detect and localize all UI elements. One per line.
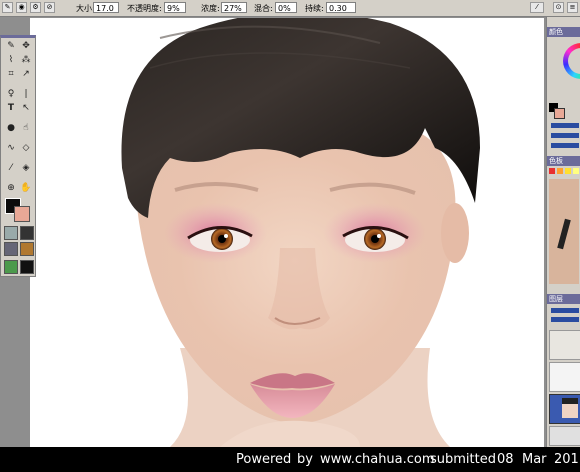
brush-tip-icon[interactable]: ⁄: [530, 2, 544, 13]
fullscreen-icon[interactable]: [20, 260, 34, 274]
caption-site: www.chahua.com: [320, 452, 435, 467]
caption-powered: Powered: [236, 452, 292, 467]
swatch-orange[interactable]: [557, 168, 563, 174]
size-field[interactable]: 17.0: [93, 2, 119, 13]
line-icon[interactable]: |: [19, 88, 33, 100]
quickmask-icon[interactable]: [4, 226, 18, 240]
persist-label: 持续:: [305, 4, 324, 13]
hand-icon[interactable]: ✋: [19, 182, 33, 194]
color-panel-header[interactable]: 颜色: [547, 27, 580, 37]
tablet-pressure-icon[interactable]: ⊘: [44, 2, 55, 13]
layer-blend-slider[interactable]: [551, 317, 579, 322]
swatches-panel-header[interactable]: 色板: [547, 156, 580, 166]
zoom-icon[interactable]: ⊕: [4, 182, 18, 194]
tool-options-bar: ✎ ◉ ⚙ ⊘ 大小: 17.0 不透明度: 9% 浓度: 27% 混合: 0%…: [0, 0, 580, 17]
view-mode-icon[interactable]: [4, 260, 18, 274]
blur-icon[interactable]: ∿: [4, 142, 18, 154]
caption-day: 08: [497, 452, 514, 467]
layer-row-mid[interactable]: [549, 362, 580, 392]
brush-icon[interactable]: ✎: [4, 40, 18, 52]
airbrush-toggle-icon[interactable]: ◉: [16, 2, 27, 13]
persist-field[interactable]: 0.30: [326, 2, 356, 13]
toolbox-panel: ✎ ✥ ⌇ ⁂ ⌗ ↗ ♀ | T ↖ ● ☝ ∿ ◇ ⁄ ◈ ⊕ ✋: [0, 35, 36, 277]
tool-mode-icon[interactable]: ⚙: [30, 2, 41, 13]
swatch-lightyellow[interactable]: [573, 168, 579, 174]
navigator-preview[interactable]: [549, 179, 579, 284]
swatch-red[interactable]: [549, 168, 555, 174]
menu-icon[interactable]: ≡: [567, 2, 578, 13]
panel-bg-swatch[interactable]: [554, 108, 565, 119]
pen-icon[interactable]: ♀: [4, 88, 18, 100]
watermark-caption: Powered by www.chahua.com submitted 08 M…: [0, 447, 580, 472]
text-icon[interactable]: T: [4, 102, 18, 114]
color-slider-g[interactable]: [551, 133, 579, 138]
move-icon[interactable]: ✥: [19, 40, 33, 52]
swatch-yellow[interactable]: [565, 168, 571, 174]
blend-label: 混合:: [254, 4, 273, 13]
opacity-label: 不透明度:: [127, 4, 162, 13]
blend-field[interactable]: 0%: [275, 2, 297, 13]
density-field[interactable]: 27%: [221, 2, 247, 13]
caption-month: Mar: [522, 452, 547, 467]
layer-row-selected[interactable]: [549, 394, 580, 424]
dodge-icon[interactable]: ●: [4, 122, 18, 134]
right-palettes: 颜色 色板 图层: [546, 17, 580, 447]
caption-submitted: submitted: [430, 452, 496, 467]
screen-mode-icon[interactable]: [20, 226, 34, 240]
layer-mode-icon[interactable]: [4, 242, 18, 256]
density-label: 浓度:: [201, 4, 220, 13]
opacity-field[interactable]: 9%: [164, 2, 186, 13]
eyedropper-icon[interactable]: ⁄: [4, 162, 18, 174]
layer-row-top[interactable]: [549, 330, 580, 360]
crop-icon[interactable]: ⌗: [4, 68, 18, 80]
bucket-icon[interactable]: ◈: [19, 162, 33, 174]
select-arrow-icon[interactable]: ↖: [19, 102, 33, 114]
brush-preset-icon[interactable]: ✎: [2, 2, 13, 13]
color-slider-b[interactable]: [551, 143, 579, 148]
layer-row-bottom[interactable]: [549, 426, 580, 446]
palette-toggle-icon[interactable]: ⊙: [553, 2, 564, 13]
brush-mode-icon[interactable]: [20, 242, 34, 256]
caption-year: 201: [554, 452, 579, 467]
caption-by: by: [297, 452, 313, 467]
lasso-icon[interactable]: ⌇: [4, 54, 18, 66]
portrait-painting: [121, 18, 480, 447]
hand-grab-icon[interactable]: ↗: [19, 68, 33, 80]
layers-panel-header[interactable]: 图层: [547, 294, 580, 304]
wand-icon[interactable]: ⁂: [19, 54, 33, 66]
painting-canvas[interactable]: [30, 18, 544, 447]
smudge-icon[interactable]: ☝: [19, 122, 33, 134]
layer-opacity-slider[interactable]: [551, 308, 579, 313]
size-label: 大小:: [76, 4, 95, 13]
background-color-swatch[interactable]: [14, 206, 30, 222]
eraser-icon[interactable]: ◇: [19, 142, 33, 154]
color-slider-r[interactable]: [551, 123, 579, 128]
